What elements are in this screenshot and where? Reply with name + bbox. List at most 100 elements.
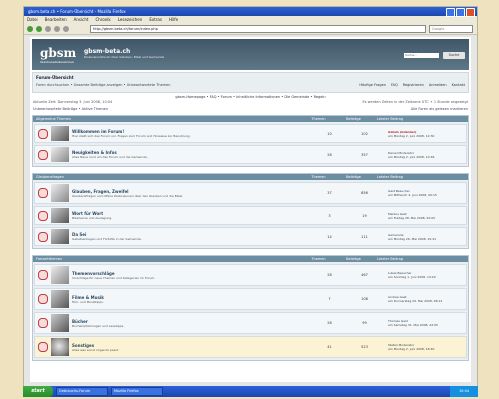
forum-description: Glaubensfragen und offene Diskussionen ü… [72, 193, 184, 198]
topic-count: 3 [328, 213, 331, 218]
menu-tools[interactable]: Extras [149, 16, 162, 23]
category-title[interactable]: Allgemeine Themen [33, 116, 301, 122]
topic-count: 26 [327, 152, 332, 157]
menu-bookmarks[interactable]: Lesezeichen [118, 16, 143, 23]
forum-category: Allgemeine Themen Themen Beiträge Letzte… [32, 115, 469, 167]
link-contact[interactable]: Kontakt [452, 83, 465, 87]
forum-thumbnail [51, 208, 69, 223]
forum-status-icon [38, 188, 48, 198]
menu-view[interactable]: Ansicht [74, 16, 89, 23]
forum-thumbnail [51, 290, 69, 308]
forum-description: Alles Neue rund um das Forum und die Gem… [72, 155, 148, 159]
last-post: Stefan Moderator am Montag 2. Juni 2008, … [382, 343, 466, 351]
minimize-button[interactable] [446, 8, 455, 17]
post-count: 102 [361, 131, 368, 136]
forum-status-icon [38, 342, 48, 352]
forum-status-icon [38, 318, 48, 328]
category-title[interactable]: Freizeitthemen [33, 256, 301, 262]
close-button[interactable] [466, 8, 475, 17]
navigation-toolbar: http://gbsm.beta.ch/forum/index.php Goog… [24, 23, 477, 35]
forum-row[interactable]: Neuigkeiten & Infos Alles Neue rund um da… [34, 145, 467, 164]
forum-row[interactable]: Filme & Musik Film- und Musiktipps. 7 108… [34, 288, 467, 310]
column-last-post: Letzter Beitrag [377, 117, 404, 121]
breadcrumb-bar: Forum-Übersicht Foren durchsuchen • Gesa… [32, 72, 469, 93]
last-post-date: am Freitag 28. Mai 2008, 20:05 [388, 215, 436, 220]
forum-row[interactable]: Sonstiges Alles was sonst nirgends passt.… [34, 336, 467, 358]
stop-icon[interactable] [54, 25, 60, 32]
last-post-date: am Montag 2. Juni 2008, 12:30 [388, 133, 435, 138]
menu-help[interactable]: Hilfe [169, 16, 178, 23]
timezone-info: Es werden Zeiten in der Zeitzone UTC + 1… [362, 100, 468, 104]
forum-thumbnail [51, 147, 69, 162]
start-button[interactable]: start [23, 386, 53, 397]
forum-row[interactable]: Da Sei Gebetsanliegen und Fürbitte in der… [34, 227, 467, 246]
last-post: Markus Gast am Freitag 28. Mai 2008, 20:0… [382, 212, 466, 220]
title-bar: gbsm.beta.ch • Forum-Übersicht - Mozilla… [24, 7, 477, 17]
topic-count: 37 [327, 191, 332, 195]
last-post-date: am Samstag 31. Mai 2008, 22:05 [388, 323, 438, 327]
topic-count: 14 [327, 234, 332, 239]
forum-status-icon [38, 210, 48, 221]
breadcrumb[interactable]: Forum-Übersicht [36, 75, 74, 80]
forum-row[interactable]: Bücher Buchempfehlungen und Lesetipps. 26… [34, 312, 467, 334]
maximize-button[interactable] [456, 8, 465, 17]
taskbar-item[interactable]: Gebrauchs-Forum [56, 387, 108, 396]
forum-row[interactable]: Wort für Wort Bibelverse und Auslegung. 3… [34, 206, 467, 225]
menu-bar: Datei Bearbeiten Ansicht Chronik Lesezei… [24, 16, 477, 23]
forum-status-icon [38, 294, 48, 304]
link-faq[interactable]: FAQ [391, 83, 398, 87]
system-clock: 10:04 [450, 386, 478, 397]
unanswered-link[interactable]: Unbeantwortete Beiträge • Aktive Themen [33, 107, 108, 115]
mark-read-link[interactable]: Alle Foren als gelesen markieren [411, 107, 468, 115]
forum-description: Buchempfehlungen und Lesetipps. [72, 323, 125, 328]
menu-edit[interactable]: Bearbeiten [45, 16, 67, 23]
browser-search-input[interactable]: Google [429, 24, 473, 33]
forum-description: Gebetsanliegen und Fürbitte in der Gemei… [72, 237, 142, 241]
menu-file[interactable]: Datei [27, 16, 38, 23]
forum-row[interactable]: Themenvorschläge Vorschläge für neue Them… [34, 264, 467, 286]
forum-search-button[interactable]: Suche [443, 52, 465, 59]
home-icon[interactable] [63, 25, 69, 32]
category-header: Allgemeine Themen Themen Beiträge Letzte… [33, 116, 468, 122]
window-controls [446, 8, 475, 17]
site-header: gbsm Glaubensdiskussionen gbsm-beta.ch Dis… [32, 39, 469, 70]
column-posts: Beiträge [346, 175, 361, 179]
time-info: Aktuelle Zeit: Donnerstag 3. Juni 2008, … [30, 100, 471, 106]
forum-thumbnail [51, 338, 69, 356]
taskbar: start Gebrauchs-Forum Mozilla Firefox 10… [23, 386, 478, 397]
forward-icon[interactable] [36, 25, 42, 32]
post-count: 111 [361, 234, 368, 239]
forum-description: Film- und Musiktipps. [72, 299, 104, 304]
reload-icon[interactable] [45, 25, 51, 32]
category-title[interactable]: Glaubensfragen [33, 174, 301, 180]
last-post: Lukas Besucher am Sonntag 1. Juni 2008, 1… [382, 271, 466, 279]
link-register[interactable]: Registrieren [403, 83, 424, 87]
post-count: 523 [361, 345, 368, 349]
url-bar[interactable]: http://gbsm.beta.ch/forum/index.php [90, 24, 426, 33]
last-post-date: am Montag 26. Mai 2008, 19:41 [388, 236, 437, 241]
link-faq-help[interactable]: Häufige Fragen [359, 83, 386, 87]
current-time: Aktuelle Zeit: Donnerstag 3. Juni 2008, … [33, 100, 113, 104]
last-post: Gemeinde am Montag 26. Mai 2008, 19:41 [382, 233, 466, 241]
forum-thumbnail [51, 266, 69, 284]
column-topics: Themen [311, 117, 326, 121]
back-icon[interactable] [27, 25, 33, 32]
topic-count: 28 [327, 273, 332, 277]
last-post: Daniel Moderator am Montag 2. Juni 2008, … [382, 151, 466, 159]
search-links[interactable]: Foren durchsuchen • Gesamte Beiträge anz… [36, 83, 171, 87]
last-post: Gast Besucher am Mittwoch 4. Juni 2008, 0… [382, 189, 466, 197]
taskbar-item[interactable]: Mozilla Firefox [111, 387, 163, 396]
forum-row[interactable]: Glauben, Fragen, Zweifel Glaubensfragen u… [34, 182, 467, 204]
forum-thumbnail [51, 314, 69, 332]
site-logo[interactable]: gbsm Glaubensdiskussionen [40, 46, 76, 64]
menu-history[interactable]: Chronik [95, 16, 110, 23]
forum-row[interactable]: Willkommen im Forum! Hier stellt sich das… [34, 124, 467, 143]
forum-thumbnail [51, 126, 69, 141]
last-post: Admin (Gründer) am Montag 2. Juni 2008, 1… [382, 130, 466, 138]
site-title: gbsm-beta.ch Diskussionsforum über Glaube… [84, 48, 165, 59]
forum-search-input[interactable]: Suche… [404, 53, 439, 58]
forum-description: Bibelverse und Auslegung. [72, 216, 113, 220]
web-page: gbsm Glaubensdiskussionen gbsm-beta.ch Dis… [30, 37, 471, 382]
forum-description: Hier stellt sich das Forum vor. Fragen z… [72, 134, 191, 138]
link-login[interactable]: Anmelden [429, 83, 447, 87]
